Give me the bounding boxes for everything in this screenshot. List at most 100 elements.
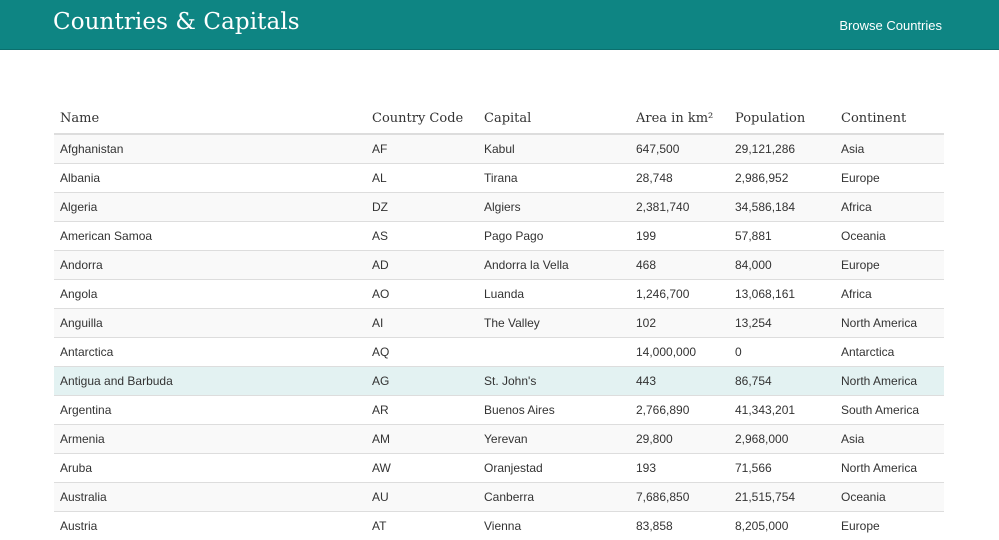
table-row[interactable]: AlbaniaALTirana28,7482,986,952Europe bbox=[54, 164, 944, 193]
brand-link[interactable]: Countries & Capitals bbox=[53, 9, 300, 35]
cell-population: 84,000 bbox=[729, 251, 835, 280]
cell-name: Anguilla bbox=[54, 309, 366, 338]
cell-continent: Europe bbox=[835, 251, 944, 280]
table-row[interactable]: American SamoaASPago Pago19957,881Oceani… bbox=[54, 222, 944, 251]
cell-population: 57,881 bbox=[729, 222, 835, 251]
cell-name: Argentina bbox=[54, 396, 366, 425]
cell-population: 71,566 bbox=[729, 454, 835, 483]
cell-population: 0 bbox=[729, 338, 835, 367]
cell-country-code: AD bbox=[366, 251, 478, 280]
column-header-capital: Capital bbox=[478, 104, 630, 134]
cell-area: 199 bbox=[630, 222, 729, 251]
navbar: Countries & Capitals Browse Countries bbox=[0, 0, 999, 50]
cell-name: Algeria bbox=[54, 193, 366, 222]
column-header-area: Area in km² bbox=[630, 104, 729, 134]
table-row[interactable]: ArmeniaAMYerevan29,8002,968,000Asia bbox=[54, 425, 944, 454]
cell-continent: Oceania bbox=[835, 222, 944, 251]
cell-continent: Asia bbox=[835, 425, 944, 454]
cell-population: 13,068,161 bbox=[729, 280, 835, 309]
cell-country-code: DZ bbox=[366, 193, 478, 222]
cell-country-code: AO bbox=[366, 280, 478, 309]
table-row[interactable]: AnguillaAIThe Valley10213,254North Ameri… bbox=[54, 309, 944, 338]
cell-area: 14,000,000 bbox=[630, 338, 729, 367]
cell-continent: North America bbox=[835, 454, 944, 483]
cell-country-code: AM bbox=[366, 425, 478, 454]
cell-area: 29,800 bbox=[630, 425, 729, 454]
cell-population: 41,343,201 bbox=[729, 396, 835, 425]
cell-name: Albania bbox=[54, 164, 366, 193]
countries-table: Name Country Code Capital Area in km² Po… bbox=[54, 104, 944, 540]
table-row[interactable]: AfghanistanAFKabul647,50029,121,286Asia bbox=[54, 134, 944, 164]
cell-name: Australia bbox=[54, 483, 366, 512]
cell-area: 468 bbox=[630, 251, 729, 280]
cell-name: Armenia bbox=[54, 425, 366, 454]
table-header-row: Name Country Code Capital Area in km² Po… bbox=[54, 104, 944, 134]
table-row[interactable]: ArgentinaARBuenos Aires2,766,89041,343,2… bbox=[54, 396, 944, 425]
cell-population: 8,205,000 bbox=[729, 512, 835, 540]
cell-capital: Algiers bbox=[478, 193, 630, 222]
cell-country-code: AR bbox=[366, 396, 478, 425]
cell-continent: Africa bbox=[835, 193, 944, 222]
cell-area: 2,381,740 bbox=[630, 193, 729, 222]
table-row[interactable]: Antigua and BarbudaAGSt. John's44386,754… bbox=[54, 367, 944, 396]
cell-name: Antigua and Barbuda bbox=[54, 367, 366, 396]
cell-population: 2,968,000 bbox=[729, 425, 835, 454]
cell-name: Afghanistan bbox=[54, 134, 366, 164]
cell-capital: The Valley bbox=[478, 309, 630, 338]
cell-continent: North America bbox=[835, 367, 944, 396]
cell-capital: Kabul bbox=[478, 134, 630, 164]
cell-country-code: AI bbox=[366, 309, 478, 338]
cell-capital: Luanda bbox=[478, 280, 630, 309]
table-row[interactable]: ArubaAWOranjestad19371,566North America bbox=[54, 454, 944, 483]
cell-country-code: AG bbox=[366, 367, 478, 396]
cell-capital: Oranjestad bbox=[478, 454, 630, 483]
cell-area: 1,246,700 bbox=[630, 280, 729, 309]
cell-country-code: AL bbox=[366, 164, 478, 193]
cell-continent: Africa bbox=[835, 280, 944, 309]
table-row[interactable]: AlgeriaDZAlgiers2,381,74034,586,184Afric… bbox=[54, 193, 944, 222]
cell-area: 193 bbox=[630, 454, 729, 483]
cell-capital bbox=[478, 338, 630, 367]
column-header-population: Population bbox=[729, 104, 835, 134]
cell-capital: Vienna bbox=[478, 512, 630, 540]
cell-area: 2,766,890 bbox=[630, 396, 729, 425]
cell-area: 28,748 bbox=[630, 164, 729, 193]
cell-population: 34,586,184 bbox=[729, 193, 835, 222]
table-row[interactable]: AntarcticaAQ14,000,0000Antarctica bbox=[54, 338, 944, 367]
cell-name: Aruba bbox=[54, 454, 366, 483]
cell-population: 86,754 bbox=[729, 367, 835, 396]
browse-countries-link[interactable]: Browse Countries bbox=[839, 18, 942, 33]
cell-capital: Canberra bbox=[478, 483, 630, 512]
cell-continent: Oceania bbox=[835, 483, 944, 512]
cell-capital: Yerevan bbox=[478, 425, 630, 454]
cell-name: Antarctica bbox=[54, 338, 366, 367]
cell-area: 647,500 bbox=[630, 134, 729, 164]
countries-table-container: Name Country Code Capital Area in km² Po… bbox=[54, 104, 944, 540]
cell-name: Angola bbox=[54, 280, 366, 309]
cell-area: 7,686,850 bbox=[630, 483, 729, 512]
cell-country-code: AT bbox=[366, 512, 478, 540]
table-row[interactable]: AustraliaAUCanberra7,686,85021,515,754Oc… bbox=[54, 483, 944, 512]
cell-population: 2,986,952 bbox=[729, 164, 835, 193]
cell-name: Andorra bbox=[54, 251, 366, 280]
column-header-name: Name bbox=[54, 104, 366, 134]
cell-population: 29,121,286 bbox=[729, 134, 835, 164]
cell-name: Austria bbox=[54, 512, 366, 540]
table-row[interactable]: AngolaAOLuanda1,246,70013,068,161Africa bbox=[54, 280, 944, 309]
cell-continent: South America bbox=[835, 396, 944, 425]
table-row[interactable]: AndorraADAndorra la Vella46884,000Europe bbox=[54, 251, 944, 280]
cell-area: 102 bbox=[630, 309, 729, 338]
cell-capital: Andorra la Vella bbox=[478, 251, 630, 280]
cell-continent: Antarctica bbox=[835, 338, 944, 367]
cell-country-code: AS bbox=[366, 222, 478, 251]
cell-continent: Asia bbox=[835, 134, 944, 164]
cell-population: 21,515,754 bbox=[729, 483, 835, 512]
cell-country-code: AF bbox=[366, 134, 478, 164]
cell-country-code: AQ bbox=[366, 338, 478, 367]
cell-population: 13,254 bbox=[729, 309, 835, 338]
cell-country-code: AU bbox=[366, 483, 478, 512]
table-body: AfghanistanAFKabul647,50029,121,286AsiaA… bbox=[54, 134, 944, 540]
table-row[interactable]: AustriaATVienna83,8588,205,000Europe bbox=[54, 512, 944, 540]
cell-capital: St. John's bbox=[478, 367, 630, 396]
cell-continent: Europe bbox=[835, 512, 944, 540]
